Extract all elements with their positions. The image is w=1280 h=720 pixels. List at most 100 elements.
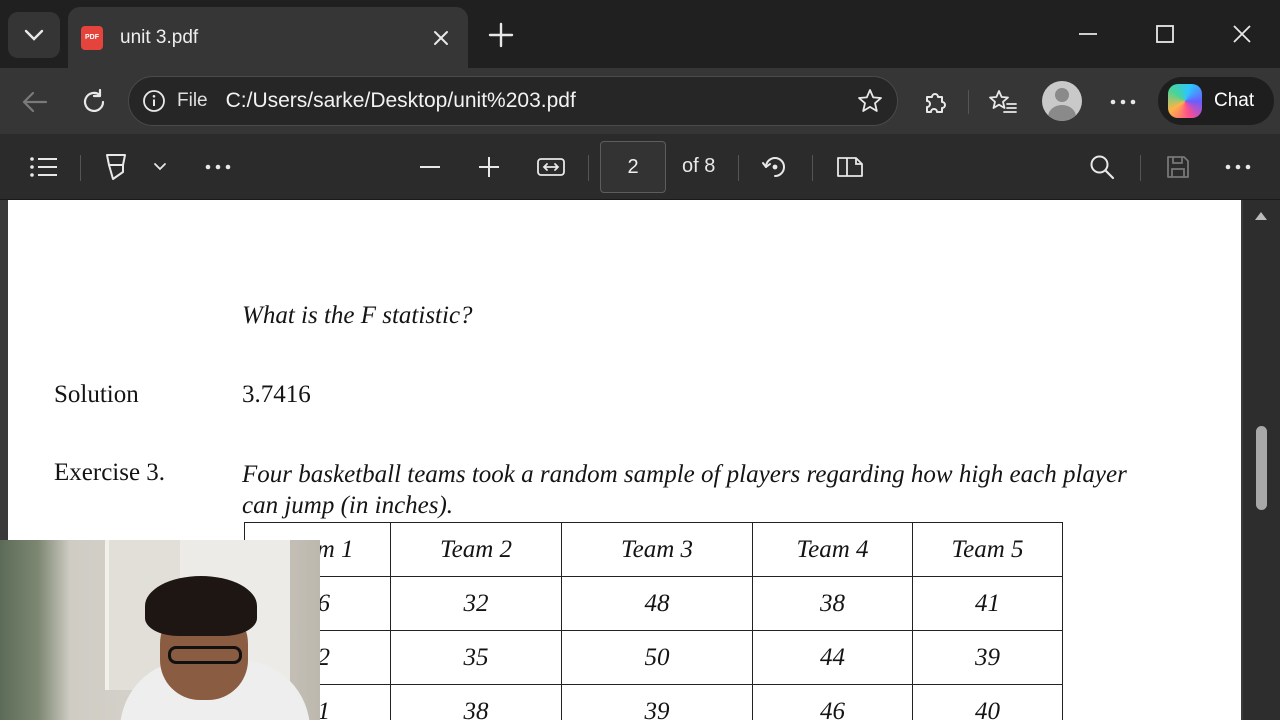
more-icon bbox=[1110, 99, 1136, 105]
maximize-icon bbox=[1156, 25, 1174, 43]
search-icon bbox=[1090, 155, 1115, 180]
tab-strip: PDF unit 3.pdf bbox=[0, 0, 1280, 68]
info-icon[interactable] bbox=[141, 88, 167, 114]
toolbar-divider bbox=[812, 155, 813, 181]
more-tools-button[interactable] bbox=[200, 150, 236, 184]
chat-label: Chat bbox=[1214, 90, 1255, 111]
chevron-down-icon bbox=[154, 163, 166, 171]
copilot-chat-button[interactable]: Chat bbox=[1158, 77, 1274, 125]
extensions-button[interactable] bbox=[915, 82, 955, 122]
table-cell: 50 bbox=[561, 630, 753, 685]
tab-close-button[interactable] bbox=[426, 23, 456, 53]
table-header-cell: Team 5 bbox=[912, 522, 1063, 577]
rotate-button[interactable] bbox=[757, 150, 793, 184]
navigation-bar: File C:/Users/sarke/Desktop/unit%203.pdf… bbox=[0, 68, 1280, 134]
save-icon bbox=[1167, 156, 1189, 178]
table-cell: 39 bbox=[561, 684, 753, 720]
minimize-button[interactable] bbox=[1066, 14, 1110, 54]
table-header-row: Team 1 Team 2 Team 3 Team 4 Team 5 bbox=[244, 522, 1063, 577]
page-number-input[interactable] bbox=[600, 141, 666, 193]
toolbar-divider bbox=[1140, 155, 1141, 181]
zoom-out-button[interactable] bbox=[412, 150, 448, 184]
table-header-cell: Team 3 bbox=[561, 522, 753, 577]
solution-label: Solution bbox=[54, 381, 139, 408]
toolbar-divider bbox=[738, 155, 739, 181]
close-window-button[interactable] bbox=[1220, 14, 1264, 54]
page-view-icon bbox=[837, 157, 863, 177]
question-text: What is the F statistic? bbox=[242, 302, 473, 329]
pdf-file-icon: PDF bbox=[81, 25, 103, 50]
tab-title: unit 3.pdf bbox=[120, 26, 199, 48]
exercise-label: Exercise 3. bbox=[54, 459, 166, 486]
save-button[interactable] bbox=[1160, 150, 1196, 184]
table-cell: 46 bbox=[752, 684, 913, 720]
table-cell: 32 bbox=[390, 576, 562, 631]
zoom-in-button[interactable] bbox=[471, 150, 507, 184]
table-header-cell: Team 2 bbox=[390, 522, 562, 577]
close-icon bbox=[434, 30, 448, 45]
favorites-icon bbox=[989, 90, 1017, 113]
settings-more-button[interactable] bbox=[1103, 82, 1143, 122]
solution-value: 3.7416 bbox=[242, 381, 311, 408]
table-cell: 38 bbox=[752, 576, 913, 631]
zoom-out-icon bbox=[420, 166, 440, 168]
table-row: 36 32 48 38 41 bbox=[244, 576, 1063, 631]
table-row: 42 35 50 44 39 bbox=[244, 630, 1063, 685]
draw-options-button[interactable] bbox=[142, 150, 178, 184]
table-of-contents-button[interactable] bbox=[26, 150, 62, 184]
scrollbar-thumb[interactable] bbox=[1256, 426, 1267, 510]
draw-button[interactable] bbox=[98, 150, 134, 184]
rotate-icon bbox=[762, 157, 785, 177]
more-icon bbox=[1225, 164, 1251, 170]
contents-icon bbox=[30, 157, 57, 177]
data-table: Team 1 Team 2 Team 3 Team 4 Team 5 36 32… bbox=[244, 522, 1063, 720]
pdf-toolbar: of 8 bbox=[0, 134, 1280, 200]
table-cell: 41 bbox=[912, 576, 1063, 631]
fit-width-icon bbox=[537, 158, 565, 176]
find-button[interactable] bbox=[1084, 150, 1120, 184]
page-count-label: of 8 bbox=[682, 155, 716, 177]
extensions-icon bbox=[926, 93, 946, 113]
scroll-up-arrow-icon[interactable] bbox=[1255, 212, 1267, 220]
vertical-scrollbar[interactable] bbox=[1243, 200, 1280, 720]
page-view-button[interactable] bbox=[832, 150, 868, 184]
toolbar-divider bbox=[968, 90, 969, 114]
table-cell: 38 bbox=[390, 684, 562, 720]
table-cell: 40 bbox=[912, 684, 1063, 720]
profile-icon[interactable] bbox=[1042, 81, 1082, 121]
star-icon bbox=[858, 89, 882, 112]
toolbar-divider bbox=[588, 155, 589, 181]
back-button[interactable] bbox=[14, 82, 54, 122]
more-icon bbox=[205, 164, 231, 170]
plus-icon bbox=[488, 22, 514, 48]
table-cell: 39 bbox=[912, 630, 1063, 685]
zoom-in-icon bbox=[479, 157, 499, 177]
table-cell: 35 bbox=[390, 630, 562, 685]
fit-to-width-button[interactable] bbox=[533, 150, 569, 184]
draw-icon bbox=[106, 154, 126, 180]
table-header-cell: Team 4 bbox=[752, 522, 913, 577]
minimize-icon bbox=[1079, 33, 1097, 35]
settings-more-button[interactable] bbox=[1220, 150, 1256, 184]
copilot-icon bbox=[1168, 84, 1202, 118]
refresh-button[interactable] bbox=[74, 82, 114, 122]
webcam-overlay bbox=[0, 540, 320, 720]
favorites-button[interactable] bbox=[983, 82, 1023, 122]
table-cell: 44 bbox=[752, 630, 913, 685]
toolbar-divider bbox=[80, 155, 81, 181]
url-scheme-label: File bbox=[177, 90, 208, 111]
close-icon bbox=[1233, 25, 1251, 43]
chevron-down-icon bbox=[24, 29, 44, 41]
address-bar[interactable]: File C:/Users/sarke/Desktop/unit%203.pdf bbox=[128, 76, 898, 126]
table-row: 51 38 39 46 40 bbox=[244, 684, 1063, 720]
active-tab[interactable]: PDF unit 3.pdf bbox=[68, 7, 468, 68]
add-favorite-button[interactable] bbox=[855, 86, 885, 116]
table-cell: 48 bbox=[561, 576, 753, 631]
maximize-button[interactable] bbox=[1143, 14, 1187, 54]
exercise-text: Four basketball teams took a random samp… bbox=[242, 461, 1127, 519]
new-tab-button[interactable] bbox=[484, 18, 518, 52]
tab-list-button[interactable] bbox=[8, 12, 60, 58]
url-text[interactable]: C:/Users/sarke/Desktop/unit%203.pdf bbox=[226, 89, 855, 113]
refresh-icon bbox=[83, 88, 105, 113]
back-icon bbox=[22, 91, 48, 113]
